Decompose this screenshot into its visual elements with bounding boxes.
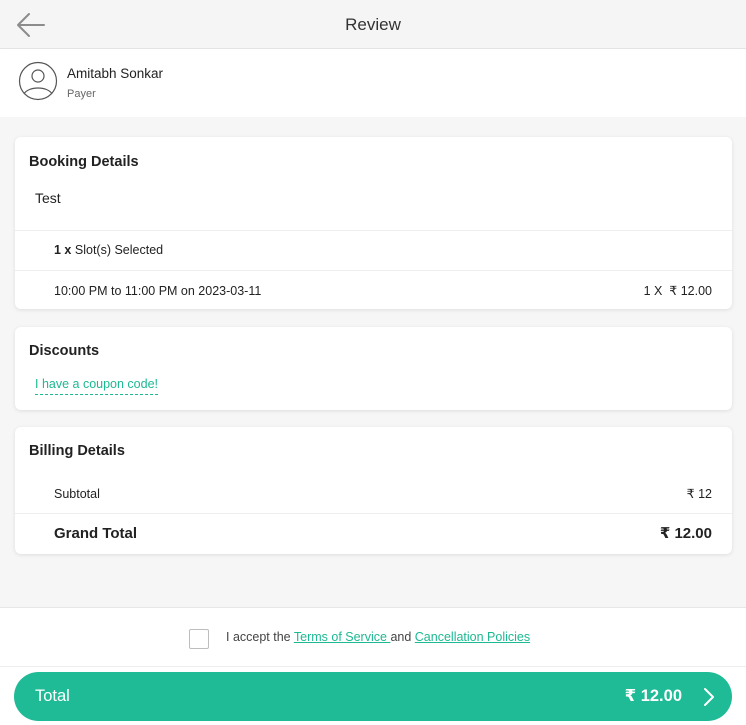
payer-section: Amitabh Sonkar Payer [0,49,746,117]
review-content: Booking Details Test 1 x Slot(s) Selecte… [0,117,746,607]
subtotal-value: ₹ 12 [686,487,712,501]
payer-name: Amitabh Sonkar [67,66,164,81]
slot-time-row: 10:00 PM to 11:00 PM on 2023-03-11 1 X ₹… [15,270,732,309]
user-avatar-icon [18,61,58,101]
accept-terms-checkbox[interactable] [189,629,209,649]
slot-time: 10:00 PM to 11:00 PM on 2023-03-11 [54,284,262,298]
discounts-card: Discounts I have a coupon code! [15,327,732,410]
terms-section: I accept the Terms of Service and Cancel… [0,607,746,667]
grand-total-value: ₹ 12.00 [659,525,712,542]
slot-count: 1 x [54,243,72,257]
subtotal-label: Subtotal [54,487,100,501]
booking-details-title: Booking Details [29,154,139,170]
grand-total-label: Grand Total [54,525,138,542]
terms-middle: and [390,630,415,644]
payer-role: Payer [67,88,96,100]
booking-item-name: Test [35,190,61,206]
pay-total-button[interactable]: Total ₹ 12.00 [14,672,732,721]
terms-prefix: I accept the [226,630,294,644]
arrow-left-icon [17,13,45,37]
slot-label: Slot(s) Selected [74,243,164,257]
page-title: Review [345,15,401,34]
discounts-title: Discounts [29,343,100,359]
coupon-code-link[interactable]: I have a coupon code! [35,377,159,395]
terms-text: I accept the Terms of Service and Cancel… [226,630,530,644]
slot-count-row: 1 x Slot(s) Selected [15,230,732,270]
billing-details-title: Billing Details [29,443,125,459]
chevron-right-icon [704,688,714,706]
total-amount: ₹ 12.00 [624,687,682,705]
grand-total-row: Grand Total ₹ 12.00 [15,513,732,554]
booking-details-card: Booking Details Test 1 x Slot(s) Selecte… [15,137,732,309]
terms-of-service-link[interactable]: Terms of Service [294,630,391,644]
total-label: Total [35,687,70,705]
cancellation-policies-link[interactable]: Cancellation Policies [415,630,530,644]
slot-price: 1 X ₹ 12.00 [643,284,712,298]
billing-details-card: Billing Details Subtotal ₹ 12 Grand Tota… [15,427,732,554]
app-header: Review [0,0,746,49]
back-button[interactable] [14,11,48,39]
